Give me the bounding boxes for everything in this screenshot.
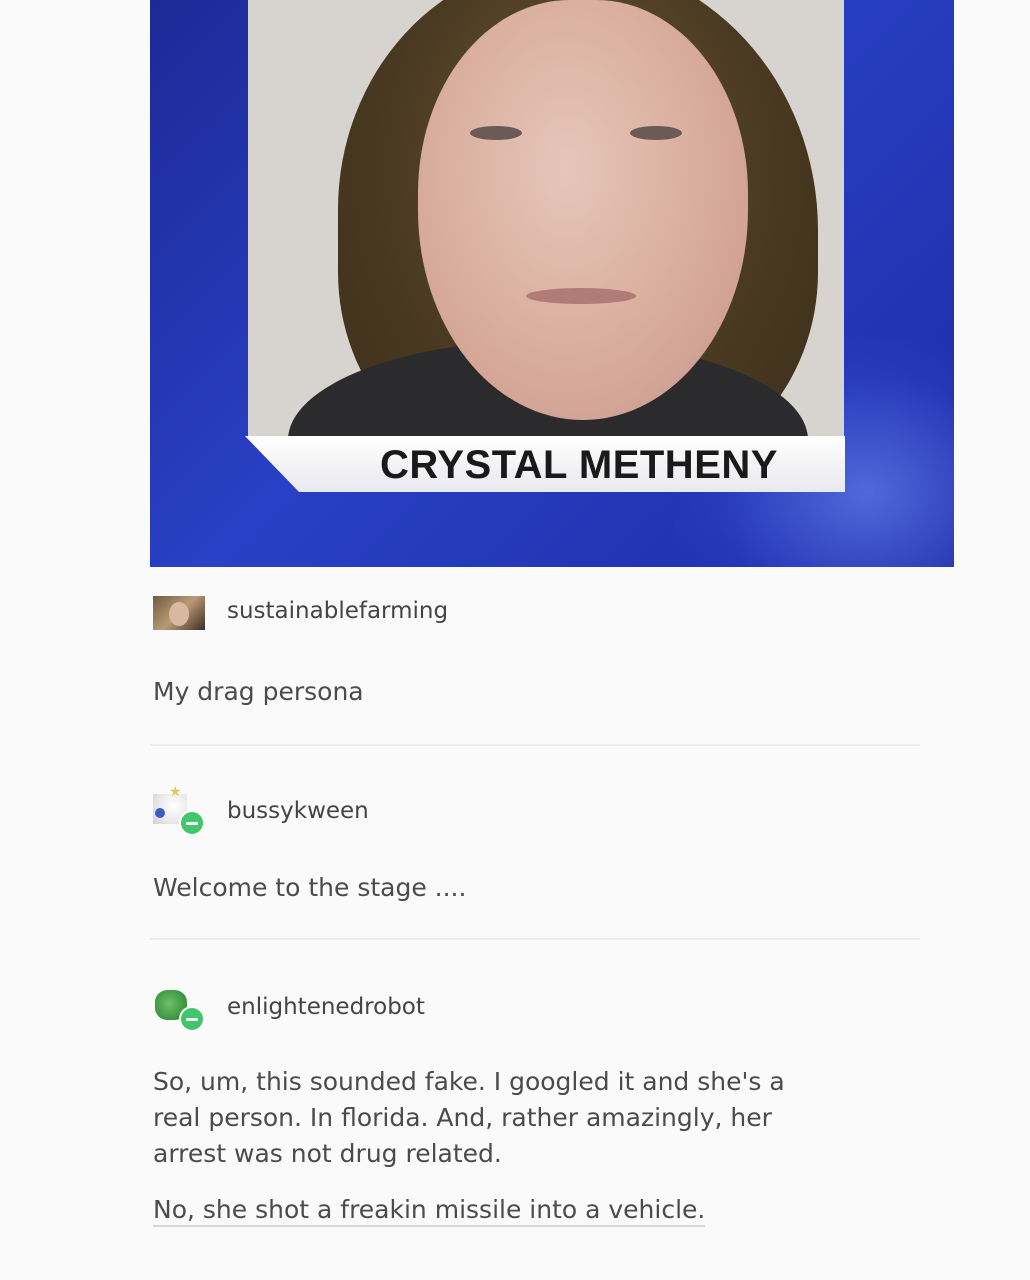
post-body: So, um, this sounded fake. I googled it … (153, 1064, 833, 1228)
post-body: Welcome to the stage .... (153, 870, 913, 906)
divider (150, 744, 920, 746)
avatar[interactable] (153, 592, 205, 632)
post-header: bussykween (153, 784, 913, 836)
post-text: No, she shot a freakin missile into a ve… (153, 1192, 833, 1228)
username-link[interactable]: sustainablefarming (227, 596, 448, 626)
username-link[interactable]: enlightenedrobot (227, 992, 425, 1022)
lower-third-banner: CRYSTAL METHENY (245, 436, 845, 492)
post-text: So, um, this sounded fake. I googled it … (153, 1067, 785, 1168)
mugshot-image (248, 0, 844, 436)
news-photo: CRYSTAL METHENY (150, 0, 954, 567)
minus-badge-icon (179, 1006, 205, 1032)
username-link[interactable]: bussykween (227, 796, 369, 826)
post-header: sustainablefarming (153, 590, 913, 634)
avatar[interactable] (153, 988, 205, 1032)
post-text: Welcome to the stage .... (153, 873, 467, 902)
minus-badge-icon (179, 810, 205, 836)
avatar-image (153, 596, 205, 630)
post-header: enlightenedrobot (153, 986, 913, 1032)
post-text: My drag persona (153, 677, 364, 706)
reblog-entry: bussykween Welcome to the stage .... (153, 784, 913, 920)
post-body: My drag persona (153, 674, 913, 710)
reblog-entry: sustainablefarming My drag persona (153, 590, 913, 720)
avatar[interactable] (153, 784, 205, 836)
reblog-entry: enlightenedrobot So, um, this sounded fa… (153, 986, 913, 1280)
divider (150, 938, 920, 940)
name-caption: CRYSTAL METHENY (380, 443, 778, 487)
